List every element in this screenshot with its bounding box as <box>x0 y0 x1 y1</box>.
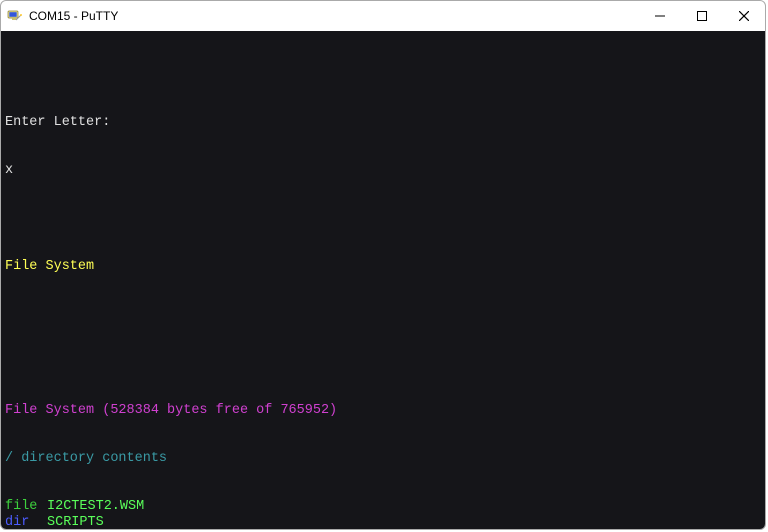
listing-type: file <box>5 499 47 515</box>
listing-name: SCRIPTS <box>47 515 104 529</box>
terminal[interactable]: Enter Letter: x File System File System … <box>1 31 765 529</box>
window-title: COM15 - PuTTY <box>29 9 118 23</box>
prompt-input: x <box>5 163 765 179</box>
titlebar[interactable]: COM15 - PuTTY <box>1 1 765 31</box>
fs-info: File System (528384 bytes free of 765952… <box>5 403 765 419</box>
dir-header: / directory contents <box>5 451 765 467</box>
maximize-button[interactable] <box>681 1 723 31</box>
listing-row: dirSCRIPTS <box>5 515 765 529</box>
close-button[interactable] <box>723 1 765 31</box>
listing-type: dir <box>5 515 47 529</box>
window-controls <box>639 1 765 31</box>
putty-icon <box>7 8 23 24</box>
listing-row: fileI2CTEST2.WSM <box>5 499 765 515</box>
listing-name: I2CTEST2.WSM <box>47 499 144 514</box>
file-listing: fileI2CTEST2.WSMdirSCRIPTSdirDATAfileGPI… <box>5 499 765 529</box>
minimize-button[interactable] <box>639 1 681 31</box>
app-window: COM15 - PuTTY Enter Letter: x File Syste… <box>0 0 766 530</box>
prompt-label: Enter Letter: <box>5 115 765 131</box>
section-header-filesystem: File System <box>5 259 765 275</box>
